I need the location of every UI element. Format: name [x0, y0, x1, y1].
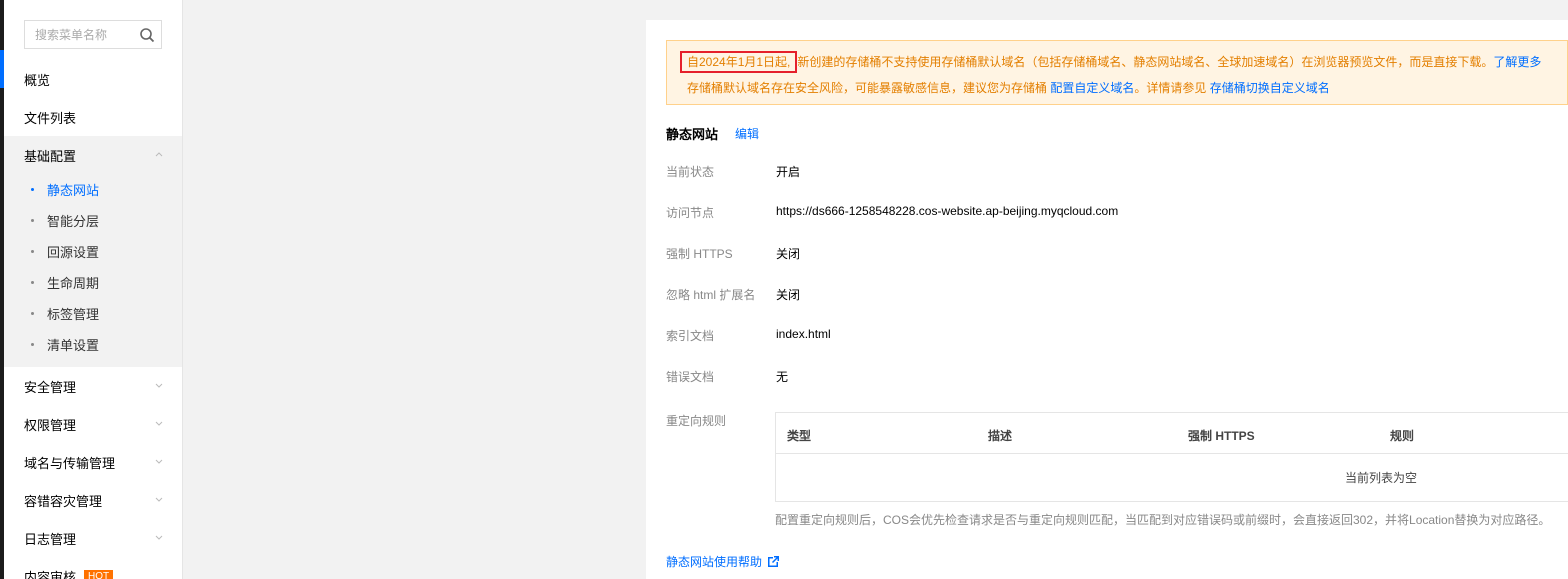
- external-link-icon: [768, 556, 780, 567]
- nav-lifecycle[interactable]: 生命周期: [4, 267, 182, 298]
- redirect-hint: 配置重定向规则后，COS会优先检查请求是否与重定向规则匹配，当匹配到对应错误码或…: [775, 513, 1551, 527]
- search-icon[interactable]: [139, 27, 155, 43]
- chevron-down-icon: [155, 383, 163, 388]
- nav-disaster-recovery[interactable]: 容错容灾管理: [4, 481, 182, 519]
- col-desc: 描述: [988, 429, 1013, 443]
- nav-inventory[interactable]: 清单设置: [4, 329, 182, 360]
- nav-log[interactable]: 日志管理: [4, 519, 182, 557]
- col-https: 强制 HTTPS: [1188, 429, 1255, 443]
- sidebar: 概览 文件列表 基础配置 静态网站 智能分层 回源设置 生命周期 标签管理 清单…: [4, 0, 183, 579]
- bullet-icon: [31, 281, 34, 284]
- bullet-icon: [31, 312, 34, 315]
- nav-intelligent-tiering[interactable]: 智能分层: [4, 205, 182, 236]
- nav-overview[interactable]: 概览: [4, 60, 182, 98]
- menu-search: [24, 20, 162, 49]
- nav-domain[interactable]: 域名与传输管理: [4, 443, 182, 481]
- col-rule: 规则: [1390, 429, 1415, 443]
- nav-basic-config[interactable]: 基础配置: [4, 136, 182, 174]
- nav-security[interactable]: 安全管理: [4, 367, 182, 405]
- table-header: 类型 描述 强制 HTTPS 规则: [776, 413, 1568, 454]
- help-link[interactable]: 静态网站使用帮助: [666, 553, 780, 570]
- nav-permission[interactable]: 权限管理: [4, 405, 182, 443]
- chevron-down-icon: [155, 535, 163, 540]
- side-nav: 概览 文件列表 基础配置 静态网站 智能分层 回源设置 生命周期 标签管理 清单…: [4, 60, 182, 579]
- chevron-down-icon: [155, 459, 163, 464]
- hot-badge: HOT: [84, 569, 114, 579]
- bullet-icon: [31, 188, 34, 191]
- bullet-icon: [31, 343, 34, 346]
- nav-origin-settings[interactable]: 回源设置: [4, 236, 182, 267]
- custom-domain-link[interactable]: 配置自定义域名: [1050, 81, 1134, 95]
- bullet-icon: [31, 250, 34, 253]
- nav-content-audit[interactable]: 内容审核 HOT: [4, 557, 182, 579]
- chevron-up-icon: [155, 152, 163, 157]
- col-type: 类型: [787, 429, 812, 443]
- search-input[interactable]: [35, 27, 135, 42]
- bullet-icon: [31, 219, 34, 222]
- section-title: 静态网站: [666, 127, 719, 142]
- notice-banner: 自2024年1月1日起, 新创建的存储桶不支持使用存储桶默认域名（包括存储桶域名、…: [666, 40, 1568, 105]
- redirect-table: 类型 描述 强制 HTTPS 规则 当前列表为空: [775, 412, 1568, 502]
- main-panel: 自2024年1月1日起, 新创建的存储桶不支持使用存储桶默认域名（包括存储桶域名、…: [646, 20, 1568, 579]
- edit-link[interactable]: 编辑: [735, 125, 759, 142]
- chevron-down-icon: [155, 421, 163, 426]
- nav-group-basic-config: 基础配置 静态网站 智能分层 回源设置 生命周期 标签管理 清单设置: [4, 136, 182, 367]
- switch-domain-link[interactable]: 存储桶切换自定义域名: [1210, 81, 1330, 95]
- nav-file-list[interactable]: 文件列表: [4, 98, 182, 136]
- notice-date: 自2024年1月1日起,: [680, 51, 798, 73]
- nav-tag-management[interactable]: 标签管理: [4, 298, 182, 329]
- learn-more-link[interactable]: 了解更多: [1493, 55, 1541, 69]
- nav-static-website[interactable]: 静态网站: [4, 174, 182, 205]
- chevron-down-icon: [155, 497, 163, 502]
- empty-state: 当前列表为空: [1345, 471, 1418, 485]
